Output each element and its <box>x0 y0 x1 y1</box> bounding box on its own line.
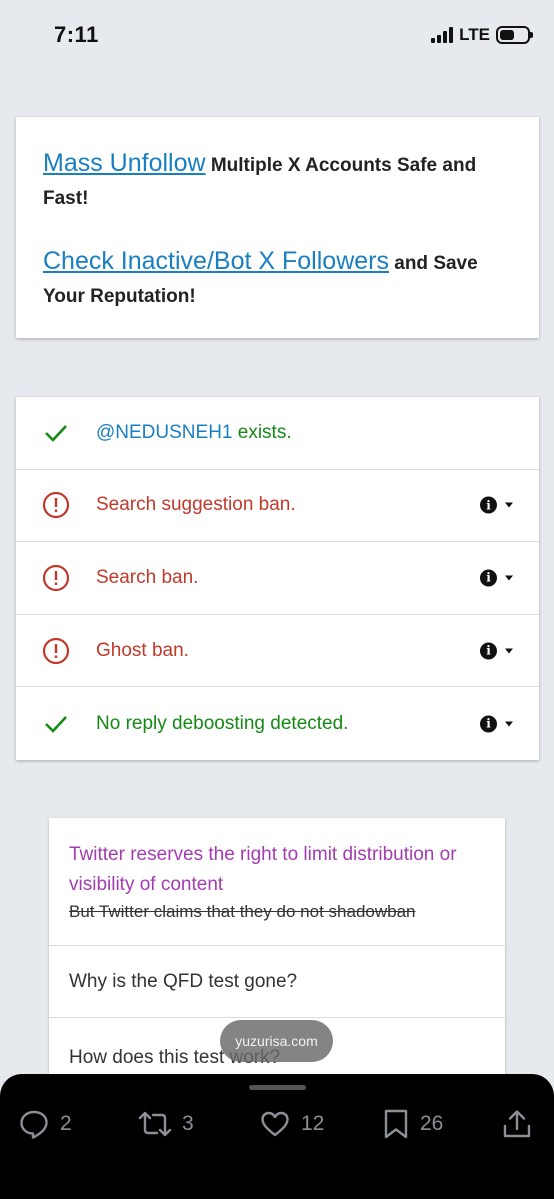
check-followers-link[interactable]: Check Inactive/Bot X Followers <box>43 247 389 275</box>
chevron-down-icon[interactable] <box>505 648 513 654</box>
watermark-pill: yuzurisa.com <box>220 1020 333 1062</box>
chevron-down-icon[interactable] <box>505 575 513 581</box>
alert-circle-icon <box>16 564 96 592</box>
faq-distribution-text: Twitter reserves the right to limit dist… <box>69 844 457 895</box>
status-time: 7:11 <box>54 22 99 47</box>
network-label: LTE <box>459 25 490 44</box>
info-icon[interactable]: i <box>480 715 497 733</box>
chevron-down-icon[interactable] <box>505 721 513 727</box>
result-row-ghost-ban: Ghost ban. i <box>16 615 539 688</box>
result-row-search-suggestion-ban: Search suggestion ban. i <box>16 470 539 543</box>
promo-card: Mass Unfollow Multiple X Accounts Safe a… <box>16 117 539 338</box>
battery-icon <box>496 26 533 44</box>
chevron-down-icon[interactable] <box>505 502 513 508</box>
drag-handle[interactable] <box>249 1085 306 1090</box>
result-row-reply-deboosting: No reply deboosting detected. i <box>16 687 539 760</box>
result-label: Ghost ban. <box>96 639 189 661</box>
account-handle[interactable]: @NEDUSNEH1 <box>96 422 232 443</box>
reply-count: 2 <box>60 1112 72 1135</box>
faq-item-distribution[interactable]: Twitter reserves the right to limit dist… <box>49 818 505 946</box>
battery-fill <box>500 30 515 40</box>
signal-icon <box>431 27 454 43</box>
info-icon[interactable]: i <box>480 569 497 587</box>
faq-question: Why is the QFD test gone? <box>69 970 298 992</box>
like-button[interactable]: 12 <box>259 1108 324 1140</box>
info-toggle[interactable]: i <box>480 569 513 587</box>
repost-count: 3 <box>182 1112 194 1135</box>
bookmark-icon <box>384 1109 408 1139</box>
result-row-search-ban: Search ban. i <box>16 542 539 615</box>
post-action-bar: 2 3 12 26 <box>0 1074 554 1199</box>
check-icon <box>16 423 96 443</box>
promo-line-check-followers: Check Inactive/Bot X Followers and Save … <box>43 245 513 313</box>
alert-circle-icon <box>16 491 96 519</box>
heart-icon <box>261 1111 289 1137</box>
check-icon <box>16 714 96 734</box>
repost-button[interactable]: 3 <box>138 1108 194 1140</box>
reply-button[interactable]: 2 <box>18 1108 72 1140</box>
faq-item-qfd[interactable]: Why is the QFD test gone? <box>49 946 505 1018</box>
exists-text: @NEDUSNEH1 exists. <box>96 422 539 444</box>
info-icon[interactable]: i <box>480 496 497 514</box>
mass-unfollow-link[interactable]: Mass Unfollow <box>43 149 206 177</box>
promo-line-mass-unfollow: Mass Unfollow Multiple X Accounts Safe a… <box>43 147 513 215</box>
share-button[interactable] <box>502 1108 532 1140</box>
result-row-exists: @NEDUSNEH1 exists. <box>16 397 539 470</box>
bookmark-button[interactable]: 26 <box>382 1108 443 1140</box>
results-card: @NEDUSNEH1 exists. Search suggestion ban… <box>16 397 539 760</box>
status-indicators: LTE <box>431 25 533 45</box>
share-icon <box>503 1110 531 1138</box>
exists-label: exists. <box>232 421 292 443</box>
faq-shadowban-claim: But Twitter claims that they do not shad… <box>69 902 416 921</box>
info-toggle[interactable]: i <box>480 715 513 733</box>
result-label: No reply deboosting detected. <box>96 712 349 734</box>
status-bar: 7:11 LTE <box>0 0 554 70</box>
info-icon[interactable]: i <box>480 642 497 660</box>
alert-circle-icon <box>16 637 96 665</box>
reply-icon <box>20 1110 48 1139</box>
bookmark-count: 26 <box>420 1112 444 1135</box>
like-count: 12 <box>301 1112 325 1135</box>
faq-card: Twitter reserves the right to limit dist… <box>49 818 505 1118</box>
result-label: Search suggestion ban. <box>96 494 296 516</box>
repost-icon <box>138 1111 172 1137</box>
info-toggle[interactable]: i <box>480 642 513 660</box>
result-label: Search ban. <box>96 566 199 588</box>
info-toggle[interactable]: i <box>480 496 513 514</box>
